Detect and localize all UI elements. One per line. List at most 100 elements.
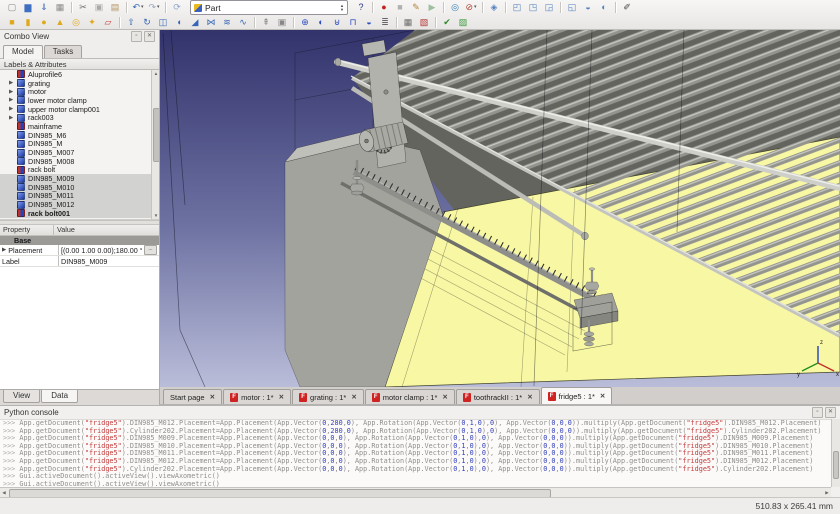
tree-item-rack003[interactable]: ▶rack003 (0, 113, 159, 122)
tab-tasks[interactable]: Tasks (44, 45, 82, 58)
thickness-button[interactable]: ▣ (275, 16, 289, 29)
dropdown-arrow-icon[interactable]: ▾ (474, 3, 477, 12)
tree-item-lower-motor-clamp[interactable]: ▶lower motor clamp (0, 96, 159, 105)
macro-record-button[interactable]: ● (377, 1, 391, 14)
boolean-union-button[interactable]: ⊎ (330, 16, 344, 29)
close-console-icon[interactable]: ✕ (825, 407, 836, 418)
cross-sections-button[interactable]: ≣ (378, 16, 392, 29)
tree-item-din985_m007[interactable]: DIN985_M007 (0, 148, 159, 157)
open-folder-button[interactable]: ▆ (21, 1, 35, 14)
new-file-button[interactable]: ▢ (5, 1, 19, 14)
refine-shape-button[interactable]: ▨ (456, 16, 470, 29)
property-row-label[interactable]: LabelDIN985_M009 (0, 256, 159, 267)
ruled-surface-button[interactable]: ⋈ (204, 16, 218, 29)
view-front-button[interactable]: ◰ (510, 1, 524, 14)
expander-icon[interactable]: ▶ (9, 80, 17, 86)
print-button[interactable]: ▦ (53, 1, 67, 14)
tree-item-motor[interactable]: ▶motor (0, 87, 159, 96)
expander-icon[interactable]: ▶ (2, 247, 6, 253)
document-tab-motor[interactable]: Fmotor : 1*✕ (223, 389, 291, 404)
view-rear-button[interactable]: ◱ (565, 1, 579, 14)
mirror-button[interactable]: ◫ (156, 16, 170, 29)
dropdown-arrow-icon[interactable]: ▾ (141, 3, 144, 12)
property-value-cell[interactable]: DIN985_M009 (59, 257, 159, 266)
python-console-output[interactable]: >>> App.getDocument("fridge5").DIN985_M0… (0, 419, 831, 487)
offset-button[interactable]: ⇞ (259, 16, 273, 29)
shape-builder-button[interactable]: ▱ (101, 16, 115, 29)
sweep-button[interactable]: ∿ (236, 16, 250, 29)
redo-button[interactable]: ↷▾ (147, 1, 161, 14)
revolve-button[interactable]: ↻ (140, 16, 154, 29)
property-row-placement[interactable]: ▶Placement[(0.00 1.00 0.00);180.00 °;(65… (0, 245, 159, 256)
console-hscrollbar[interactable]: ◀ ▶ (0, 487, 831, 497)
macro-play-button[interactable]: ▶ (425, 1, 439, 14)
tab-model[interactable]: Model (3, 45, 43, 59)
property-group-base[interactable]: Base (0, 236, 159, 245)
tree-item-din985_m008[interactable]: DIN985_M008 (0, 157, 159, 166)
tree-item-grating[interactable]: ▶grating (0, 79, 159, 88)
close-tab-icon[interactable]: ✕ (279, 393, 284, 401)
cut-button[interactable]: ✂ (76, 1, 90, 14)
expander-icon[interactable]: ▶ (9, 97, 17, 103)
compound-button[interactable]: ▦ (401, 16, 415, 29)
part-torus-button[interactable]: ◎ (69, 16, 83, 29)
document-tab-toothrackii[interactable]: FtoothrackII : 1*✕ (456, 389, 540, 404)
dropdown-arrow-icon[interactable]: ▾ (157, 3, 160, 12)
close-tab-icon[interactable]: ✕ (527, 393, 532, 401)
edit-placement-button[interactable]: ... (144, 245, 157, 255)
part-sphere-button[interactable]: ● (37, 16, 51, 29)
boolean-button[interactable]: ⊕ (298, 16, 312, 29)
part-primitives-button[interactable]: ✦ (85, 16, 99, 29)
chamfer-button[interactable]: ◢ (188, 16, 202, 29)
view-left-button[interactable]: ◐ (597, 1, 611, 14)
tree-item-aluprofile6[interactable]: Aluprofile6 (0, 70, 159, 79)
view-axonometric-button[interactable]: ◈ (487, 1, 501, 14)
boolean-cut-button[interactable]: ◐ (314, 16, 328, 29)
fillet-button[interactable]: ◖ (172, 16, 186, 29)
tree-item-rack-bolt[interactable]: rack bolt (0, 166, 159, 175)
close-tab-icon[interactable]: ✕ (351, 393, 356, 401)
tree-item-din985_m010[interactable]: DIN985_M010 (0, 183, 159, 192)
refresh-button[interactable]: ⟳ (170, 1, 184, 14)
section-button[interactable]: ◒ (362, 16, 376, 29)
close-panel-icon[interactable]: ✕ (144, 31, 155, 42)
measure-distance-button[interactable]: ✐ (620, 1, 634, 14)
combo-spin-icon[interactable]: ▲▼ (340, 4, 344, 12)
console-vscrollbar[interactable] (831, 419, 840, 487)
part-box-button[interactable]: ■ (5, 16, 19, 29)
draw-style-button[interactable]: ⊘▾ (464, 1, 478, 14)
tree-item-din985_m[interactable]: DIN985_M (0, 140, 159, 149)
document-tab-grating[interactable]: Fgrating : 1*✕ (292, 389, 364, 404)
expander-icon[interactable]: ▶ (9, 115, 17, 121)
scroll-right-icon[interactable]: ▶ (823, 489, 831, 496)
explode-compound-button[interactable]: ▧ (417, 16, 431, 29)
document-tab-fridge5[interactable]: Ffridge5 : 1*✕ (541, 387, 613, 404)
whats-this-button[interactable]: ? (354, 1, 368, 14)
view-bottom-button[interactable]: ◒ (581, 1, 595, 14)
tree-scroll-thumb[interactable] (153, 108, 159, 162)
console-vscroll-thumb[interactable] (833, 451, 839, 479)
viewport-3d[interactable]: x y z (160, 30, 840, 387)
workbench-selector[interactable]: Part ▲▼ (190, 0, 348, 15)
close-tab-icon[interactable]: ✕ (210, 393, 215, 401)
tree-scrollbar[interactable]: ▲ ▼ (151, 70, 159, 219)
copy-button[interactable]: ▣ (92, 1, 106, 14)
save-button[interactable]: ⇓ (37, 1, 51, 14)
paste-button[interactable]: ▤ (108, 1, 122, 14)
scroll-down-icon[interactable]: ▼ (152, 213, 159, 218)
float-panel-icon[interactable]: ▫ (131, 31, 142, 42)
tree-item-din985_m011[interactable]: DIN985_M011 (0, 192, 159, 201)
macro-edit-button[interactable]: ✎ (409, 1, 423, 14)
close-tab-icon[interactable]: ✕ (600, 392, 605, 400)
tab-view[interactable]: View (3, 390, 40, 403)
fit-all-button[interactable]: ◎ (448, 1, 462, 14)
float-console-icon[interactable]: ▫ (812, 407, 823, 418)
tab-data[interactable]: Data (41, 390, 78, 403)
close-tab-icon[interactable]: ✕ (442, 393, 447, 401)
document-tab-start[interactable]: Start page✕ (163, 389, 222, 404)
tree-item-din985_m6[interactable]: DIN985_M6 (0, 131, 159, 140)
part-cone-button[interactable]: ▲ (53, 16, 67, 29)
view-right-button[interactable]: ◲ (542, 1, 556, 14)
boolean-common-button[interactable]: ⊓ (346, 16, 360, 29)
tree-item-mainframe[interactable]: mainframe (0, 122, 159, 131)
